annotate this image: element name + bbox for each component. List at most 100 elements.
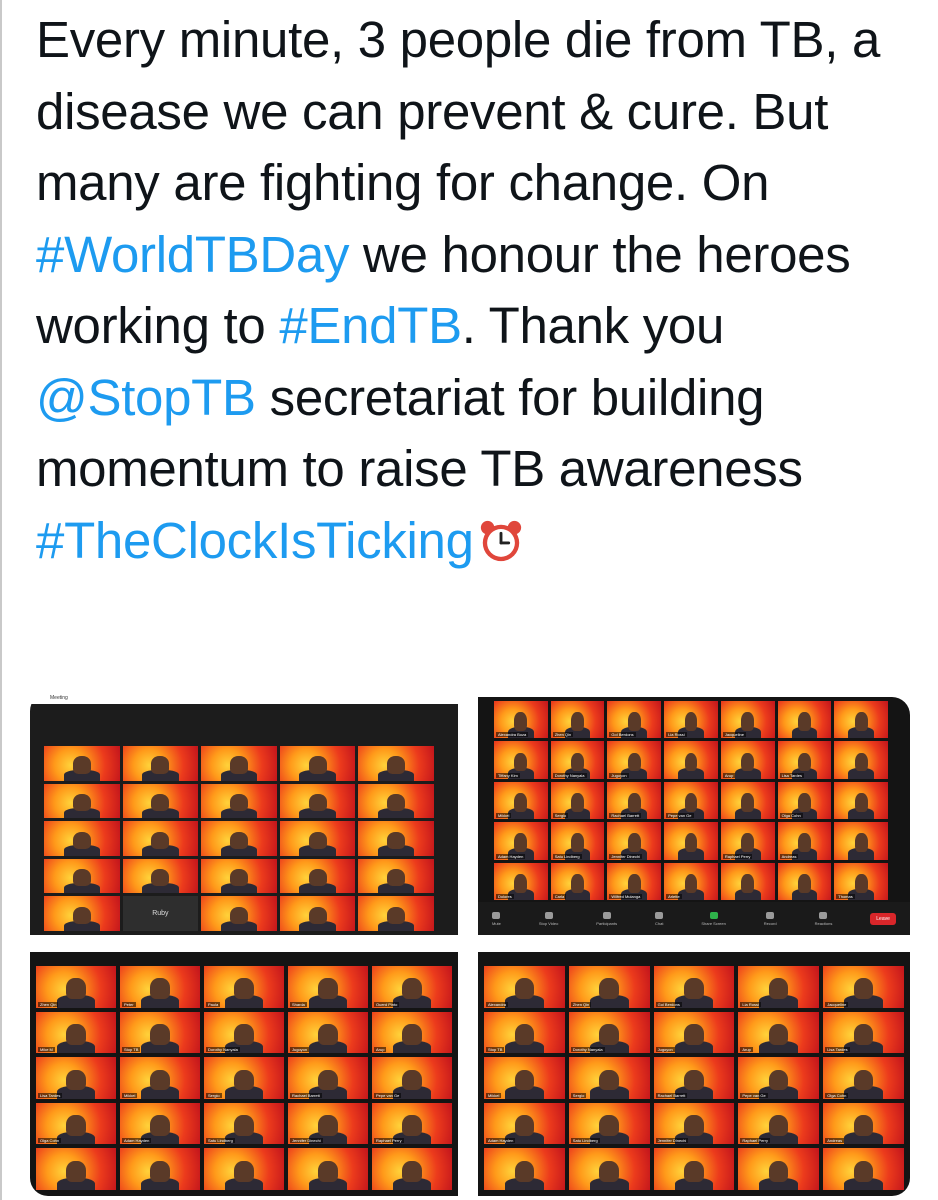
participant-name: Olga Cohn bbox=[779, 813, 803, 819]
participant-tile: Alexandra Boza bbox=[494, 701, 548, 739]
participant-name: Mikkel bbox=[496, 813, 512, 819]
toolbar-record-button[interactable]: Record bbox=[764, 911, 777, 926]
participant-head bbox=[72, 869, 91, 887]
toolbar-label: Chat bbox=[655, 920, 664, 926]
participant-tile bbox=[484, 1148, 565, 1190]
share-screen-icon bbox=[709, 911, 718, 919]
participant-tile bbox=[834, 781, 888, 820]
participant-tile: Olga Cohn bbox=[823, 1057, 904, 1099]
participant-tile bbox=[44, 821, 120, 856]
participant-head bbox=[797, 833, 811, 853]
participant-tile: Rachael Barrett bbox=[653, 1057, 735, 1099]
participant-tile: Dorothy Nanyala bbox=[568, 1011, 650, 1054]
participant-tile: Andreas bbox=[823, 1102, 904, 1145]
tweet-media-grid[interactable]: Meeting Ruby Alexandra Boza Zhen Qin Gol B… bbox=[30, 693, 910, 1196]
toolbar-stop-video-button[interactable]: Stop Video bbox=[539, 911, 558, 926]
participant-head bbox=[151, 756, 170, 774]
tweet-link[interactable]: #EndTB bbox=[279, 297, 462, 354]
media-photo-4[interactable]: Alexandra Zhen Qin Gol Berdons Lia Rossi Jac… bbox=[478, 952, 910, 1196]
participant-head bbox=[150, 1069, 170, 1091]
participant-tile: Gol Berdons bbox=[607, 701, 662, 739]
participant-head bbox=[318, 1024, 338, 1045]
participant-tile: Jacqueline bbox=[823, 966, 904, 1008]
tweet-link[interactable]: @StopTB bbox=[36, 369, 256, 426]
participant-head bbox=[769, 1024, 789, 1045]
participant-name: Andreas bbox=[779, 853, 799, 859]
participants-icon bbox=[602, 911, 611, 919]
media-photo-3[interactable]: Zhen Qin Peter Paula Sharda Ouerd Pinto Mike … bbox=[30, 952, 458, 1196]
tweet-link[interactable]: #WorldTBDay bbox=[36, 226, 349, 283]
participant-tile: Pepe van Ge bbox=[738, 1057, 820, 1099]
toolbar-mute-button[interactable]: Mute bbox=[492, 911, 501, 926]
participant-head bbox=[571, 752, 584, 772]
participant-head bbox=[387, 756, 406, 774]
participant-name: Rachael Barrett bbox=[609, 813, 642, 819]
participant-tile: Dorothy Nanyala bbox=[550, 741, 605, 779]
participant-tile: Jennifer Dinechi bbox=[288, 1102, 368, 1145]
participant-name: Jugoyon bbox=[290, 1047, 310, 1053]
participant-name: Jacqueline bbox=[722, 732, 746, 738]
participant-head bbox=[854, 752, 868, 772]
participant-head bbox=[684, 1069, 704, 1091]
participant-name: Lisa Tardes bbox=[779, 772, 804, 778]
reactions-icon bbox=[819, 911, 828, 919]
participant-head bbox=[229, 793, 249, 812]
participant-tile: Satu Lindberg bbox=[568, 1102, 650, 1145]
participant-tile: Pepe van Ge bbox=[372, 1057, 452, 1099]
media-photo-2[interactable]: Alexandra Boza Zhen Qin Gol Berdons Lia Ros… bbox=[478, 697, 910, 935]
participant-name: Jacqueline bbox=[825, 1001, 849, 1007]
tweet-text-segment: . Thank you bbox=[461, 297, 725, 354]
participant-head bbox=[72, 906, 91, 925]
participant-name: Jugoyon bbox=[609, 772, 629, 778]
participant-tile: Adam Hayden bbox=[484, 1102, 565, 1145]
toolbar-chat-button[interactable]: Chat bbox=[655, 911, 664, 926]
participant-tile: Ouerd Pinto bbox=[372, 966, 452, 1008]
participant-head bbox=[599, 1160, 619, 1182]
participant-tile bbox=[288, 1148, 368, 1190]
participant-name: Satu Lindberg bbox=[570, 1138, 600, 1144]
tweet-link[interactable]: #TheClockIsTicking bbox=[36, 512, 474, 569]
participant-tile: Dorothy Nanyala bbox=[204, 1011, 284, 1054]
participant-tile bbox=[36, 1148, 116, 1190]
participant-tile bbox=[201, 821, 277, 856]
participant-head bbox=[684, 1024, 704, 1045]
participant-tile bbox=[201, 858, 277, 894]
participant-head bbox=[797, 873, 811, 893]
participant-head bbox=[741, 873, 755, 893]
participant-tile: Rachael Barrett bbox=[288, 1057, 368, 1099]
participant-name: Jennifer Dinechi bbox=[655, 1138, 689, 1144]
video-grid: Zhen Qin Peter Paula Sharda Ouerd Pinto Mike … bbox=[30, 952, 458, 1196]
participant-head bbox=[627, 833, 641, 853]
alarm-clock-icon bbox=[478, 511, 524, 561]
participant-tile bbox=[44, 858, 120, 894]
toolbar-share-screen-button[interactable]: Share Screen bbox=[701, 911, 726, 926]
media-photo-1[interactable]: Meeting Ruby bbox=[30, 693, 458, 935]
participant-head bbox=[684, 833, 698, 853]
participant-head bbox=[229, 831, 249, 849]
participant-name: Ruby bbox=[152, 910, 169, 918]
participant-tile: Jugoyon bbox=[607, 741, 662, 779]
participant-tile bbox=[358, 821, 434, 856]
participant-head bbox=[514, 1160, 535, 1182]
participant-tile bbox=[201, 746, 277, 781]
leave-button[interactable]: Leave bbox=[870, 912, 896, 925]
participant-head bbox=[151, 793, 170, 812]
participant-tile bbox=[823, 1148, 904, 1190]
toolbar-label: Participants bbox=[596, 920, 618, 926]
participant-tile bbox=[120, 1148, 200, 1190]
participant-tile: Mike M bbox=[36, 1011, 116, 1054]
participant-name: Andreas bbox=[825, 1138, 845, 1144]
participant-head bbox=[387, 831, 406, 849]
participant-tile: Raphael Perry bbox=[720, 822, 775, 860]
participant-name: Pepe van Ge bbox=[740, 1092, 768, 1098]
participant-head bbox=[514, 752, 528, 772]
toolbar-reactions-button[interactable]: Reactions bbox=[815, 911, 832, 926]
toolbar-participants-button[interactable]: Participants bbox=[596, 911, 618, 926]
participant-name: Ouerd Pinto bbox=[374, 1001, 400, 1007]
participant-name: Satu Lindberg bbox=[552, 853, 582, 859]
participant-head bbox=[571, 712, 584, 731]
participant-head bbox=[151, 831, 170, 849]
participant-name: Sergio bbox=[570, 1092, 587, 1098]
participant-tile bbox=[834, 701, 888, 739]
participant-tile: Sergio bbox=[568, 1057, 650, 1099]
